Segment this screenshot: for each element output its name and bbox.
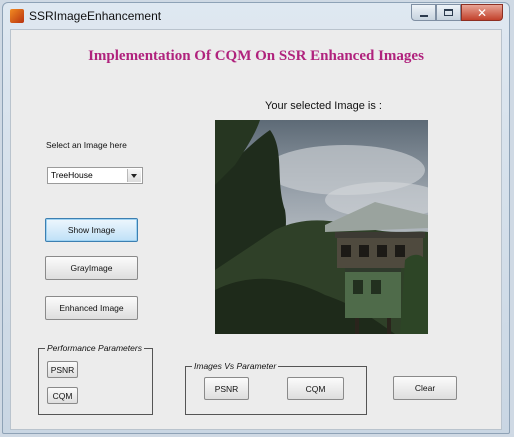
performance-parameters-title: Performance Parameters xyxy=(45,343,144,354)
page-title: Implementation Of CQM On SSR Enhanced Im… xyxy=(88,48,424,64)
images-vs-parameter-title: Images Vs Parameter xyxy=(192,361,279,372)
performance-parameters-group: Performance Parameters PSNR CQM xyxy=(38,343,153,415)
show-image-button[interactable]: Show Image xyxy=(45,218,138,242)
images-psnr-button[interactable]: PSNR xyxy=(204,377,249,400)
image-select-dropdown[interactable]: TreeHouse xyxy=(47,167,143,184)
enhanced-image-button[interactable]: Enhanced Image xyxy=(45,296,138,320)
image-select-value: TreeHouse xyxy=(51,170,93,180)
selected-image-caption: Your selected Image is : xyxy=(265,100,382,112)
window-title: SSRImageEnhancement xyxy=(29,9,162,23)
selected-image-display xyxy=(215,120,428,334)
app-window: SSRImageEnhancement ✕ Implementation Of … xyxy=(2,2,510,434)
minimize-icon xyxy=(419,14,428,17)
image-select-label: Select an Image here xyxy=(46,140,127,150)
images-vs-parameter-group: Images Vs Parameter PSNR CQM xyxy=(185,361,367,415)
gray-image-button[interactable]: GrayImage xyxy=(45,256,138,280)
clear-button[interactable]: Clear xyxy=(393,376,457,400)
maximize-button[interactable] xyxy=(436,4,461,21)
window-controls: ✕ xyxy=(411,4,503,22)
maximize-icon xyxy=(444,9,453,16)
close-icon: ✕ xyxy=(476,5,488,20)
minimize-button[interactable] xyxy=(411,4,436,21)
close-button[interactable]: ✕ xyxy=(461,4,503,21)
treehouse-image xyxy=(215,120,428,334)
images-cqm-button[interactable]: CQM xyxy=(287,377,344,400)
matlab-app-icon xyxy=(10,9,24,23)
performance-cqm-button[interactable]: CQM xyxy=(47,387,78,404)
figure-client-area: Implementation Of CQM On SSR Enhanced Im… xyxy=(10,29,502,430)
chevron-down-icon[interactable] xyxy=(127,169,141,182)
performance-psnr-button[interactable]: PSNR xyxy=(47,361,78,378)
title-bar[interactable]: SSRImageEnhancement ✕ xyxy=(3,3,509,29)
